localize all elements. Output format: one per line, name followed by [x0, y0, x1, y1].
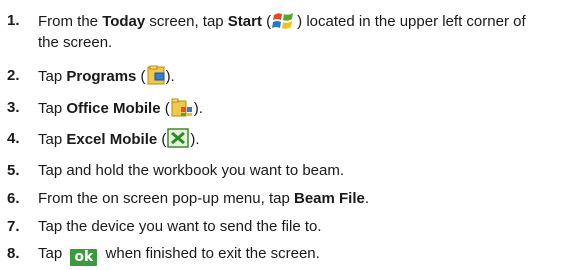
step-number: 2. [7, 67, 20, 84]
step-number: 3. [7, 99, 20, 116]
step-number: 1. [7, 12, 20, 29]
programs-folder-icon [147, 65, 165, 92]
excel-mobile-label: Excel Mobile [66, 131, 158, 148]
step-text: From the [38, 13, 103, 30]
step-number: 7. [7, 218, 20, 235]
step-number: 5. [7, 162, 20, 179]
office-mobile-label: Office Mobile [66, 100, 161, 117]
office-mobile-icon [171, 97, 193, 124]
programs-label: Programs [66, 68, 137, 85]
step-number: 8. [7, 245, 20, 262]
ok-button-icon: ok [70, 249, 98, 266]
step-text: Tap the device you want to send the file… [38, 218, 322, 235]
step-number: 4. [7, 130, 20, 147]
step-text: Tap and hold the workbook you want to be… [38, 162, 345, 179]
excel-mobile-icon [167, 128, 190, 155]
start-label: Start [227, 13, 262, 30]
today-label: Today [102, 13, 146, 30]
beam-file-label: Beam File [293, 190, 365, 207]
step-number: 6. [7, 190, 20, 207]
